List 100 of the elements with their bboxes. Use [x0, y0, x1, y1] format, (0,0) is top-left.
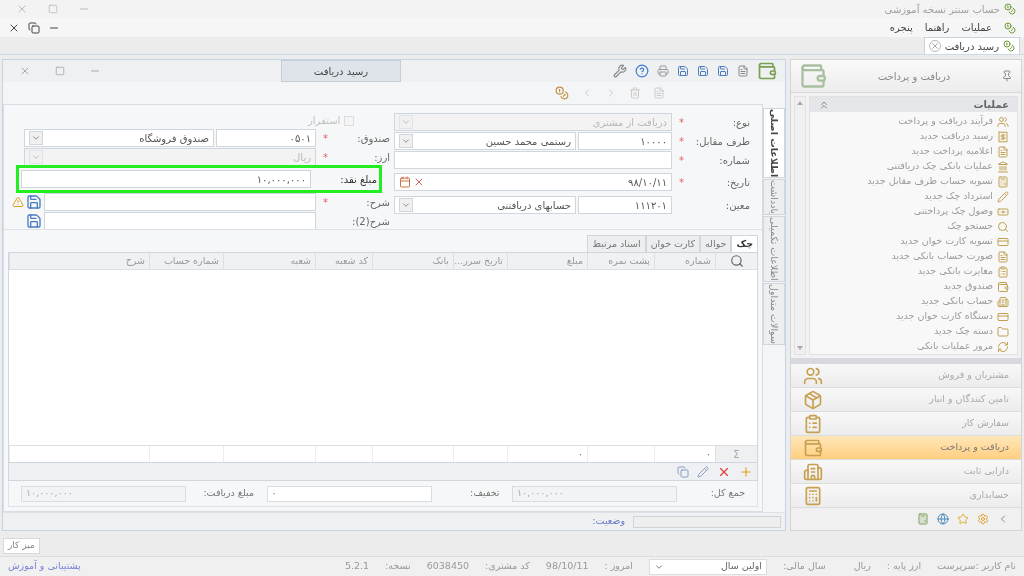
total-field[interactable]: ۰	[266, 485, 432, 502]
copy-icon[interactable]	[677, 465, 689, 478]
coins-icon[interactable]	[555, 86, 569, 100]
save-icon[interactable]	[26, 194, 42, 210]
menu-item[interactable]: عملیات	[961, 20, 992, 35]
menu-link[interactable]: مغایرت بانکی جدید	[810, 264, 1017, 279]
dropdown-field[interactable]: رستمی محمد حسین	[394, 132, 576, 150]
input-field[interactable]: ۹۸/۱۰/۱۱	[394, 173, 672, 191]
bank-icon	[997, 160, 1009, 173]
user-name: نام کاربر :سرپرست	[937, 559, 1016, 574]
restore-icon[interactable]	[28, 21, 40, 34]
code-field[interactable]: ۰۵۰۱	[216, 129, 316, 147]
maximize-icon[interactable]	[48, 4, 58, 14]
column-header[interactable]: بانک	[372, 253, 453, 269]
printer-icon[interactable]	[657, 65, 669, 77]
input-field[interactable]	[44, 193, 316, 211]
calculator-icon[interactable]	[917, 513, 929, 525]
menu-link[interactable]: حساب بانکی جدید	[810, 294, 1017, 309]
dropdown-button[interactable]	[29, 131, 43, 145]
fiscal-year-dropdown[interactable]: اولین سال	[648, 558, 767, 575]
column-header[interactable]: کد شعبه	[315, 253, 372, 269]
dropdown-button[interactable]	[399, 198, 413, 212]
side-tab[interactable]: اطلاعات اصلی	[763, 108, 785, 179]
save-icon[interactable]	[677, 65, 689, 77]
scrollbar[interactable]	[794, 96, 806, 355]
customer-code-label: کد مشتری:	[485, 559, 530, 574]
column-header[interactable]: شرح	[9, 253, 149, 269]
star-icon[interactable]	[957, 513, 969, 525]
module-button[interactable]: دارایی ثابت	[791, 460, 1021, 484]
clear-icon[interactable]	[413, 176, 425, 188]
version-label: نسخه:	[385, 559, 411, 574]
help-icon[interactable]	[635, 64, 649, 78]
input-field[interactable]: ۱۰,۰۰۰,۰۰۰	[21, 170, 311, 188]
menu-link[interactable]: فرآیند دریافت و پرداخت	[810, 114, 1017, 129]
wrench-icon[interactable]	[613, 64, 627, 78]
required-mark: *	[322, 195, 328, 210]
side-tab[interactable]: یادداشت	[763, 179, 785, 216]
gear-icon[interactable]	[977, 513, 989, 525]
menu-link[interactable]: جستجو چک	[810, 219, 1017, 234]
save-icon[interactable]	[697, 65, 709, 77]
menu-link[interactable]: تسویه کارت خوان جدید	[810, 234, 1017, 249]
module-button[interactable]: مشتریان و فروش	[791, 364, 1021, 388]
menu-link[interactable]: دسته چک جدید	[810, 324, 1017, 339]
required-mark: *	[678, 153, 684, 168]
menu-link[interactable]: اعلامیه پرداخت جدید	[810, 144, 1017, 159]
globe-icon[interactable]	[937, 513, 949, 525]
module-button[interactable]: حسابداری	[791, 484, 1021, 508]
search-icon[interactable]	[729, 254, 744, 268]
card-icon	[997, 310, 1009, 323]
menu-link[interactable]: تسویه حساب طرف مقابل جدید	[810, 174, 1017, 189]
today-value: 98/10/11	[545, 559, 589, 574]
module-button[interactable]: دریافت و پرداخت	[791, 436, 1021, 460]
required-mark: *	[322, 150, 328, 165]
column-header[interactable]: مبلغ	[507, 253, 587, 269]
save-icon[interactable]	[26, 213, 42, 229]
input-field[interactable]	[394, 151, 672, 169]
grid-tab[interactable]: کارت خوان	[645, 235, 700, 252]
desktop-button[interactable]: میز کار	[3, 538, 40, 554]
code-field[interactable]: ۱۱۱۲۰۱	[578, 196, 672, 214]
maximize-icon[interactable]	[55, 66, 65, 76]
menu-item[interactable]: راهنما	[924, 20, 950, 35]
save-icon[interactable]	[717, 65, 729, 77]
menu-link[interactable]: استرداد چک جدید	[810, 189, 1017, 204]
document-tab[interactable]: رسید دریافت	[923, 37, 1020, 54]
menu-link[interactable]: مرور عملیات بانکی	[810, 339, 1017, 354]
menu-link[interactable]: صورت حساب بانکی جدید	[810, 249, 1017, 264]
grid-tab[interactable]: حواله	[700, 235, 732, 252]
column-header[interactable]: شعبه	[223, 253, 315, 269]
support-link[interactable]: پشتیبانی و آموزش	[8, 559, 81, 574]
side-tab[interactable]: اطلاعات تکمیلی	[763, 216, 785, 282]
menu-link[interactable]: عملیات بانکی چک دریافتنی	[810, 159, 1017, 174]
menu-link[interactable]: صندوق جدید	[810, 279, 1017, 294]
menu-link[interactable]: رسید دریافت جدید	[810, 129, 1017, 144]
side-tab[interactable]: سوالات متداول	[763, 282, 785, 345]
total-label: مبلغ دریافت:	[202, 486, 254, 501]
column-header[interactable]: تاریخ سرر...	[453, 253, 507, 269]
total-field: ۱۰,۰۰۰,۰۰۰	[512, 485, 677, 502]
new-document-icon[interactable]	[737, 65, 749, 77]
calendar-icon[interactable]	[399, 176, 411, 188]
input-field[interactable]	[44, 212, 316, 230]
pin-icon[interactable]	[1001, 70, 1013, 82]
document-icon	[997, 250, 1009, 263]
required-mark: *	[322, 131, 328, 146]
dropdown-button[interactable]	[399, 134, 413, 148]
column-header[interactable]: پشت نمره	[587, 253, 654, 269]
document-icon[interactable]	[653, 87, 665, 99]
column-header[interactable]: شماره حساب	[149, 253, 223, 269]
add-icon[interactable]	[739, 464, 753, 479]
dropdown-field[interactable]: حسابهای دریافتنی	[394, 196, 576, 214]
module-button[interactable]: تامین کنندگان و انبار	[791, 388, 1021, 412]
menu-item[interactable]: پنجره	[889, 20, 913, 35]
column-header[interactable]: شماره	[654, 253, 715, 269]
code-field[interactable]: ۱۰۰۰۰	[578, 132, 672, 150]
menu-link[interactable]: دستگاه کارت خوان جدید	[810, 309, 1017, 324]
grid-tab[interactable]: چک	[731, 235, 758, 252]
grid-tab[interactable]: اسناد مرتبط	[587, 235, 646, 252]
menu-link[interactable]: وصول چک پرداختنی	[810, 204, 1017, 219]
module-button[interactable]: سفارش کار	[791, 412, 1021, 436]
dropdown-field[interactable]: صندوق فروشگاه	[24, 129, 214, 147]
edit-icon[interactable]	[697, 465, 709, 478]
